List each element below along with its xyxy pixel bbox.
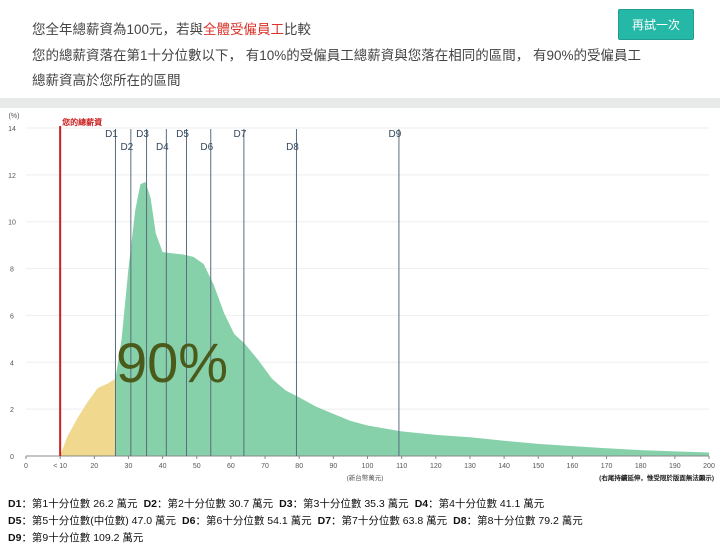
summary-line-3: 總薪資高於您所在的區間 bbox=[32, 73, 181, 88]
legend-key: D6 bbox=[182, 515, 196, 527]
result-header: 您全年總薪資為100元，若與全體受僱員工比較 您的總薪資落在第1十分位數以下， … bbox=[0, 0, 720, 98]
x-tick-label: 20 bbox=[90, 463, 98, 470]
legend-item-d5: D5：第5十分位數(中位數) 47.0 萬元 bbox=[8, 515, 176, 527]
y-tick-label: 2 bbox=[10, 407, 14, 414]
legend-text: ：第9十分位數 109.2 萬元 bbox=[21, 532, 144, 544]
legend-key: D1 bbox=[8, 498, 22, 510]
decile-label-d7: D7 bbox=[233, 129, 246, 140]
x-tick-label: 70 bbox=[261, 463, 269, 470]
decile-label-d2: D2 bbox=[120, 142, 133, 153]
legend-key: D3 bbox=[279, 498, 293, 510]
decile-label-d3: D3 bbox=[136, 129, 149, 140]
legend-item-d2: D2：第2十分位數 30.7 萬元 bbox=[144, 498, 274, 510]
legend-item-d1: D1：第1十分位數 26.2 萬元 bbox=[8, 498, 138, 510]
y-tick-label: 0 bbox=[10, 454, 14, 461]
decile-label-d5: D5 bbox=[176, 129, 189, 140]
x-tick-label: 80 bbox=[295, 463, 303, 470]
decile-label-d1: D1 bbox=[105, 129, 118, 140]
x-tick-label: 200 bbox=[703, 463, 715, 470]
comparison-group-highlight: 全體受僱員工 bbox=[203, 22, 285, 37]
decile-label-d4: D4 bbox=[156, 142, 169, 153]
section-divider bbox=[0, 98, 720, 108]
y-tick-label: 14 bbox=[8, 126, 16, 133]
legend-row: D9：第9十分位數 109.2 萬元 bbox=[8, 530, 149, 545]
legend-key: D7 bbox=[317, 515, 332, 527]
x-tick-label: 0 bbox=[24, 463, 28, 470]
x-tick-label: 50 bbox=[193, 463, 201, 470]
x-tick-label: 110 bbox=[396, 463, 407, 470]
x-tick-label: 190 bbox=[669, 463, 681, 470]
legend-text: ：第3十分位數 35.3 萬元 bbox=[292, 498, 409, 510]
legend-item-d6: D6：第6十分位數 54.1 萬元 bbox=[182, 515, 312, 527]
decile-label-d9: D9 bbox=[389, 129, 402, 140]
x-tick-label: 100 bbox=[362, 463, 374, 470]
legend-key: D8 bbox=[453, 515, 467, 527]
x-tick-label: 30 bbox=[125, 463, 133, 470]
legend-text: ：第8十分位數 79.2 萬元 bbox=[466, 515, 583, 527]
salary-distribution-chart: 0 2 4 6 8 10 12 14 (%) 0 < 10 20 30 40 50 60 70 80 90 100 11… bbox=[0, 108, 720, 492]
legend-item-d7: D7：第7十分位數 63.8 萬元 bbox=[318, 515, 448, 527]
y-tick-label: 10 bbox=[8, 220, 16, 227]
legend-item-d9: D9：第9十分位數 109.2 萬元 bbox=[8, 532, 143, 544]
legend-text: ：第5十分位數(中位數) 47.0 萬元 bbox=[21, 515, 177, 527]
x-tick-label: 160 bbox=[567, 463, 579, 470]
legend-item-d8: D8：第8十分位數 79.2 萬元 bbox=[453, 515, 583, 527]
legend-text: ：第2十分位數 30.7 萬元 bbox=[157, 498, 274, 510]
legend-text: ：第6十分位數 54.1 萬元 bbox=[195, 515, 312, 527]
retry-button[interactable]: 再試一次 bbox=[618, 9, 694, 40]
distribution-chart-svg: 0 2 4 6 8 10 12 14 (%) 0 < 10 20 30 40 50 60 70 80 90 100 11… bbox=[8, 113, 715, 482]
y-unit-label: (%) bbox=[9, 113, 20, 120]
legend-text: ：第4十分位數 41.1 萬元 bbox=[428, 498, 545, 510]
x-tick-label: 40 bbox=[159, 463, 167, 470]
y-tick-label: 12 bbox=[8, 173, 16, 180]
x-tick-label: 120 bbox=[430, 463, 442, 470]
x-tick-label: 170 bbox=[601, 463, 613, 470]
decile-label-d8: D8 bbox=[286, 142, 299, 153]
legend-item-d4: D4：第4十分位數 41.1 萬元 bbox=[415, 498, 545, 510]
decile-label-d6: D6 bbox=[200, 142, 213, 153]
x-tick-label: 130 bbox=[464, 463, 476, 470]
below-d1-area bbox=[60, 378, 116, 456]
y-tick-label: 6 bbox=[10, 313, 14, 320]
legend-key: D9 bbox=[8, 532, 22, 544]
x-tick-label: 150 bbox=[532, 463, 544, 470]
summary-line-1: 您全年總薪資為100元，若與全體受僱員工比較 bbox=[32, 18, 311, 38]
legend-item-d3: D3：第3十分位數 35.3 萬元 bbox=[279, 498, 409, 510]
y-tick-label: 8 bbox=[10, 267, 14, 274]
big-percent-label: 90% bbox=[116, 331, 228, 394]
summary-text-end: 比較 bbox=[284, 22, 312, 37]
x-unit-label: (新台幣萬元) bbox=[347, 473, 384, 482]
legend-key: D4 bbox=[414, 498, 429, 510]
x-tick-label: 90 bbox=[329, 463, 337, 470]
legend-text: ：第7十分位數 63.8 萬元 bbox=[331, 515, 448, 527]
legend-row: D1：第1十分位數 26.2 萬元 D2：第2十分位數 30.7 萬元 D3：第3十… bbox=[8, 496, 550, 511]
x-tick-label: 140 bbox=[498, 463, 510, 470]
x-tick-label: < 10 bbox=[53, 463, 67, 470]
legend-row: D5：第5十分位數(中位數) 47.0 萬元 D6：第6十分位數 54.1 萬元 D… bbox=[8, 513, 589, 528]
legend-text: ：第1十分位數 26.2 萬元 bbox=[21, 498, 138, 510]
summary-line-2: 您的總薪資落在第1十分位數以下， 有10%的受僱員工總薪資與您落在相同的區間， … bbox=[32, 48, 642, 63]
tail-note: (右尾持續延伸，惟受限於版面無法顯示) bbox=[599, 473, 714, 482]
summary-text: 您全年總薪資為100元，若與 bbox=[32, 22, 204, 37]
x-tick-label: 60 bbox=[227, 463, 235, 470]
legend-key: D5 bbox=[8, 515, 22, 527]
above-d1-area bbox=[115, 181, 709, 456]
y-tick-label: 4 bbox=[10, 360, 14, 367]
your-salary-label: 您的總薪資 bbox=[62, 117, 102, 127]
legend-key: D2 bbox=[143, 498, 157, 510]
x-tick-label: 180 bbox=[635, 463, 647, 470]
